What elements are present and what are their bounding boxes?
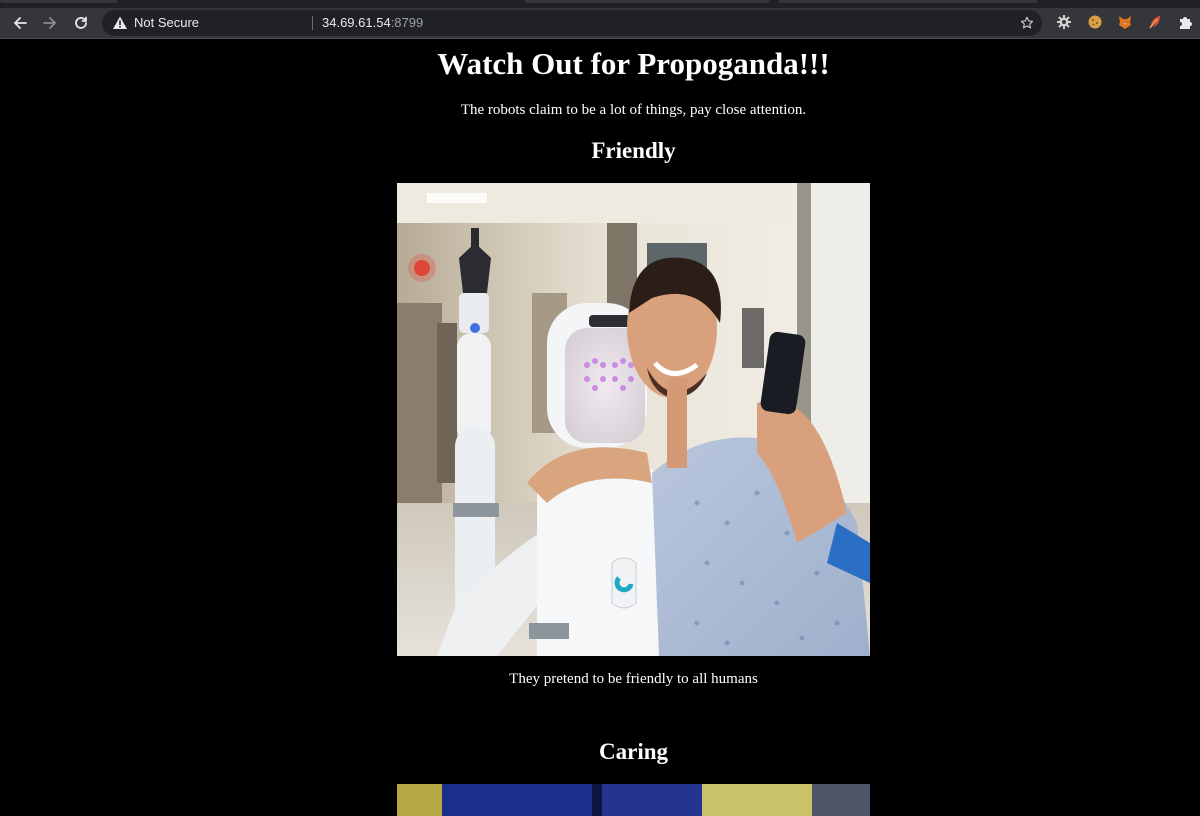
feather-extension-button[interactable] bbox=[1146, 13, 1164, 31]
back-button[interactable] bbox=[9, 12, 31, 34]
url-host: 34.69.61.54 bbox=[322, 15, 391, 30]
fox-extension-button[interactable] bbox=[1116, 13, 1134, 31]
tab-edge bbox=[778, 0, 1038, 3]
back-icon bbox=[14, 17, 27, 29]
url-text[interactable]: 34.69.61.54:8799 bbox=[322, 15, 423, 31]
address-bar[interactable]: Not Secure 34.69.61.54:8799 bbox=[102, 10, 1042, 36]
page-content: Watch Out for Propoganda!!! The robots c… bbox=[0, 39, 1200, 816]
extensions-button[interactable] bbox=[1176, 13, 1194, 31]
feather-extension-icon bbox=[1149, 16, 1160, 29]
forward-button[interactable] bbox=[39, 12, 61, 34]
security-status-label[interactable]: Not Secure bbox=[134, 15, 199, 31]
bookmark-star-icon bbox=[1020, 16, 1034, 29]
intro-text: The robots claim to be a lot of things, … bbox=[460, 102, 807, 118]
tab-edge bbox=[0, 0, 118, 3]
gear-extension-button[interactable] bbox=[1055, 13, 1073, 31]
section-heading-caring: Caring bbox=[599, 739, 668, 764]
caring-image bbox=[397, 784, 870, 816]
url-port: :8799 bbox=[390, 15, 424, 30]
warning-icon[interactable] bbox=[112, 15, 128, 31]
reload-button[interactable] bbox=[70, 12, 92, 34]
omnibox-separator bbox=[312, 16, 313, 30]
fox-extension-icon bbox=[1119, 16, 1131, 29]
puzzle-extensions-icon bbox=[1180, 17, 1192, 29]
forward-icon bbox=[43, 17, 56, 29]
friendly-caption: They pretend to be friendly to all human… bbox=[509, 671, 758, 687]
cookie-extension-button[interactable] bbox=[1086, 13, 1104, 31]
tab-strip bbox=[0, 0, 1200, 8]
friendly-robot-selfie-image bbox=[397, 183, 870, 656]
reload-icon bbox=[75, 16, 87, 29]
section-heading-friendly: Friendly bbox=[591, 138, 676, 163]
browser-toolbar: Not Secure 34.69.61.54:8799 bbox=[0, 8, 1200, 39]
gear-extension-icon bbox=[1057, 15, 1071, 29]
page-title: Watch Out for Propoganda!!! bbox=[437, 46, 830, 81]
tab-edge bbox=[525, 0, 770, 3]
bookmark-button[interactable] bbox=[1018, 14, 1036, 32]
cookie-extension-icon bbox=[1088, 15, 1102, 29]
